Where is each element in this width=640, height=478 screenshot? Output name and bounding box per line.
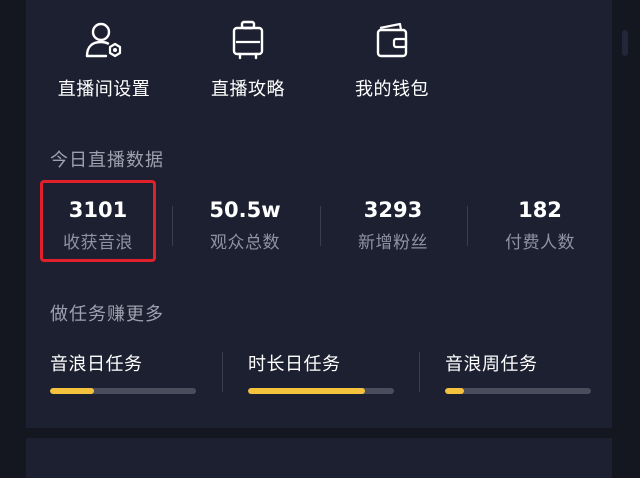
highlight-annotation — [40, 180, 156, 262]
user-settings-icon — [85, 22, 122, 58]
shortcut-live-room-settings[interactable]: 直播间设置 — [44, 18, 164, 101]
stat-label: 观众总数 — [210, 233, 280, 253]
stat-label: 新增粉丝 — [358, 233, 428, 253]
wallet-icon — [376, 22, 408, 58]
stat-new-followers[interactable]: 3293 新增粉丝 — [320, 196, 466, 253]
task-progress-fill — [50, 388, 94, 394]
task-duration-daily[interactable]: 时长日任务 — [248, 350, 398, 394]
tasks-section-title: 做任务赚更多 — [50, 304, 164, 325]
shortcut-label: 我的钱包 — [355, 79, 429, 100]
shortcut-live-guide[interactable]: 直播攻略 — [188, 18, 308, 101]
today-live-data-title: 今日直播数据 — [50, 150, 164, 171]
task-progress-track — [50, 388, 196, 394]
task-sound-wave-daily[interactable]: 音浪日任务 — [50, 350, 200, 394]
shortcut-label: 直播攻略 — [211, 79, 285, 100]
luggage-icon — [232, 20, 264, 60]
divider — [419, 352, 420, 392]
task-progress-track — [445, 388, 591, 394]
divider — [222, 352, 223, 392]
task-label: 音浪周任务 — [445, 354, 538, 375]
shortcut-label: 直播间设置 — [57, 79, 151, 100]
task-sound-wave-weekly[interactable]: 音浪周任务 — [445, 350, 595, 394]
stat-total-viewers[interactable]: 50.5w 观众总数 — [172, 196, 318, 253]
stat-value: 50.5w — [209, 198, 281, 222]
stat-paying-users[interactable]: 182 付费人数 — [467, 196, 613, 253]
task-label: 音浪日任务 — [50, 354, 143, 375]
task-progress-track — [248, 388, 394, 394]
next-panel — [26, 438, 612, 478]
task-progress-fill — [248, 388, 365, 394]
stat-value: 3293 — [363, 198, 423, 222]
stat-value: 182 — [518, 198, 562, 222]
stat-label: 付费人数 — [505, 233, 575, 253]
shortcut-my-wallet[interactable]: 我的钱包 — [332, 18, 452, 101]
scroll-indicator — [622, 30, 628, 56]
task-label: 时长日任务 — [248, 354, 341, 375]
task-progress-fill — [445, 388, 464, 394]
